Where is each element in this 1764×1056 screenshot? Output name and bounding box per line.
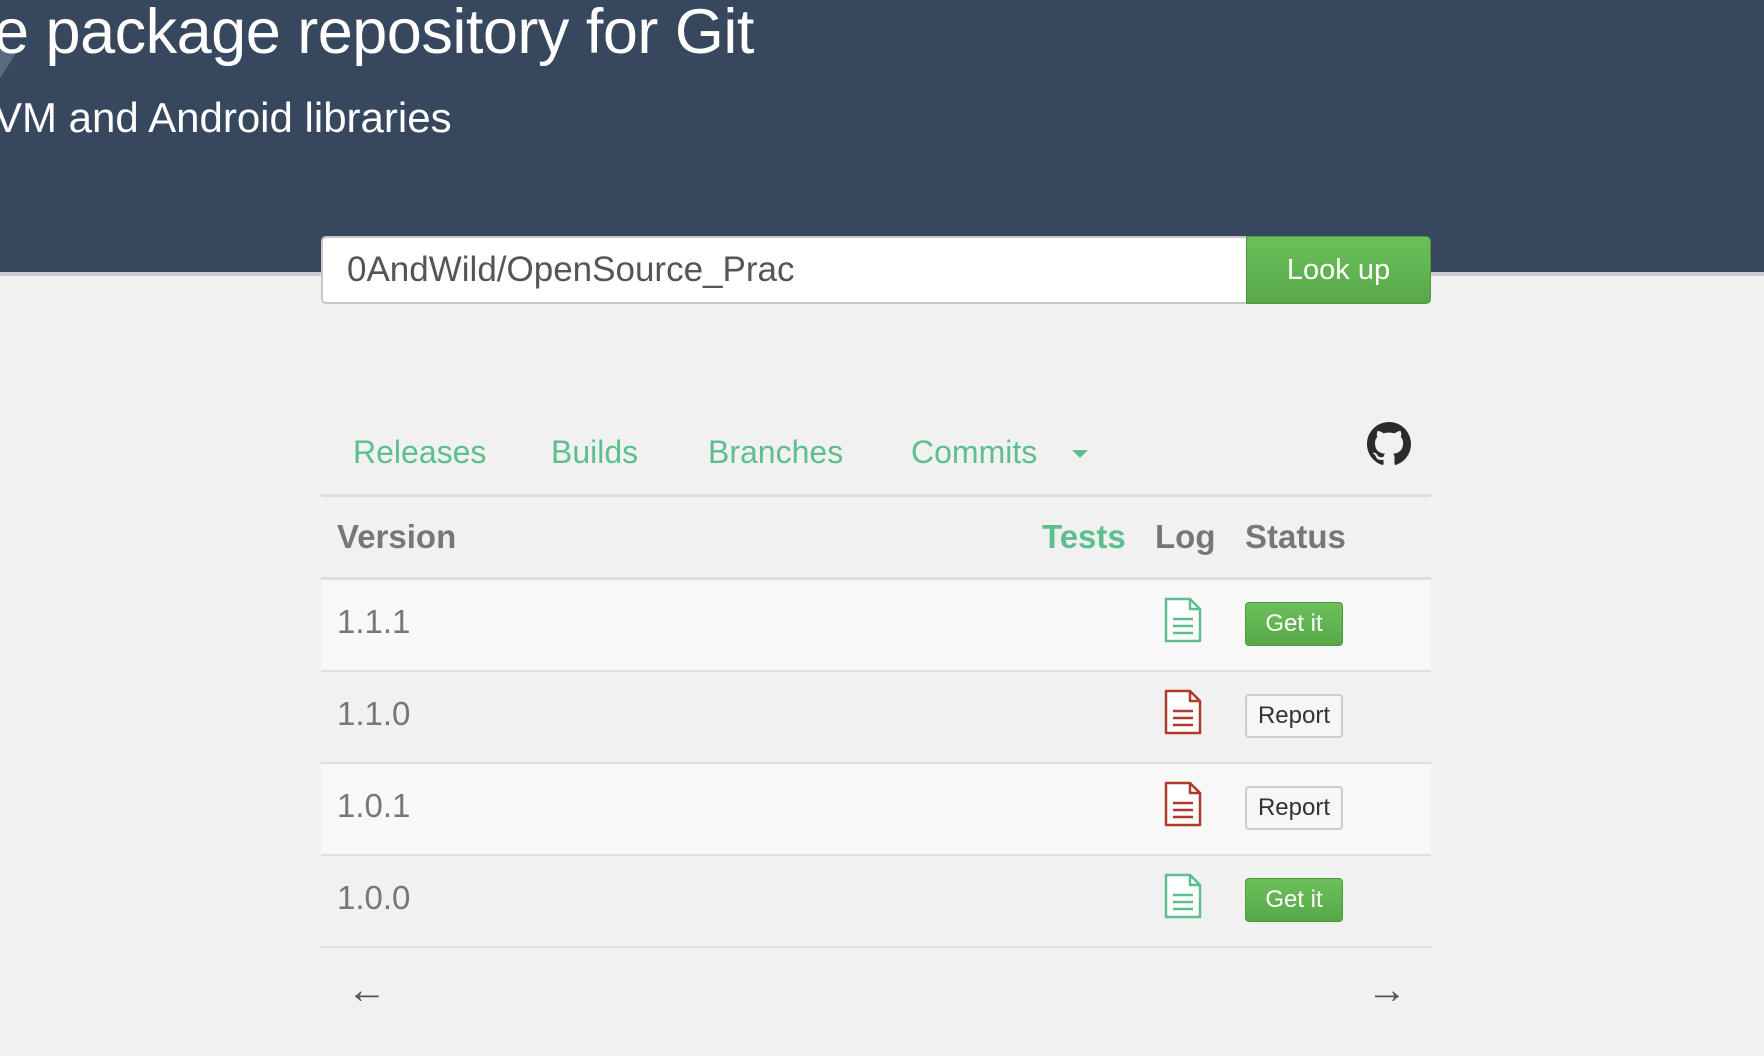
table-row: 1.1.1 Get it [321, 580, 1431, 672]
pagination: ← → [321, 948, 1431, 1028]
version-label: 1.1.1 [337, 603, 411, 640]
repo-tabs: Releases Builds Branches Commits [321, 396, 1431, 497]
hero-banner: e package repository for Git VM and Andr… [0, 0, 1764, 276]
get-it-button[interactable]: Get it [1245, 878, 1343, 922]
tab-commits[interactable]: Commits [911, 432, 1037, 472]
log-document-icon[interactable] [1164, 689, 1202, 735]
log-document-icon[interactable] [1164, 597, 1202, 643]
column-header-status: Status [1245, 518, 1346, 555]
tab-builds[interactable]: Builds [551, 432, 638, 472]
report-button[interactable]: Report [1245, 694, 1343, 738]
repo-panel: Releases Builds Branches Commits Version… [321, 396, 1431, 1028]
log-document-icon[interactable] [1164, 781, 1202, 827]
tab-releases[interactable]: Releases [353, 432, 486, 472]
table-row: 1.0.1 Report [321, 764, 1431, 856]
next-page-arrow[interactable]: → [1367, 970, 1407, 1010]
report-button[interactable]: Report [1245, 786, 1343, 830]
column-header-log: Log [1155, 518, 1216, 555]
table-header: Version Tests Log Status [321, 497, 1431, 580]
hero-title: e package repository for Git [0, 0, 754, 67]
previous-page-arrow[interactable]: ← [347, 970, 387, 1010]
get-it-button[interactable]: Get it [1245, 602, 1343, 646]
column-header-tests[interactable]: Tests [1042, 517, 1126, 557]
version-label: 1.1.0 [337, 695, 411, 732]
tab-branches[interactable]: Branches [708, 432, 843, 472]
repo-search-form: Look up [321, 236, 1431, 304]
repo-search-input[interactable] [321, 236, 1246, 304]
version-label: 1.0.1 [337, 787, 411, 824]
version-label: 1.0.0 [337, 879, 411, 916]
look-up-button[interactable]: Look up [1246, 236, 1431, 304]
column-header-version: Version [337, 518, 457, 555]
log-document-icon[interactable] [1164, 873, 1202, 919]
hero-subtitle: VM and Android libraries [0, 94, 452, 141]
table-row: 1.1.0 Report [321, 672, 1431, 764]
github-icon[interactable] [1367, 422, 1411, 466]
chevron-down-icon[interactable] [1072, 450, 1088, 458]
table-row: 1.0.0 Get it [321, 856, 1431, 948]
